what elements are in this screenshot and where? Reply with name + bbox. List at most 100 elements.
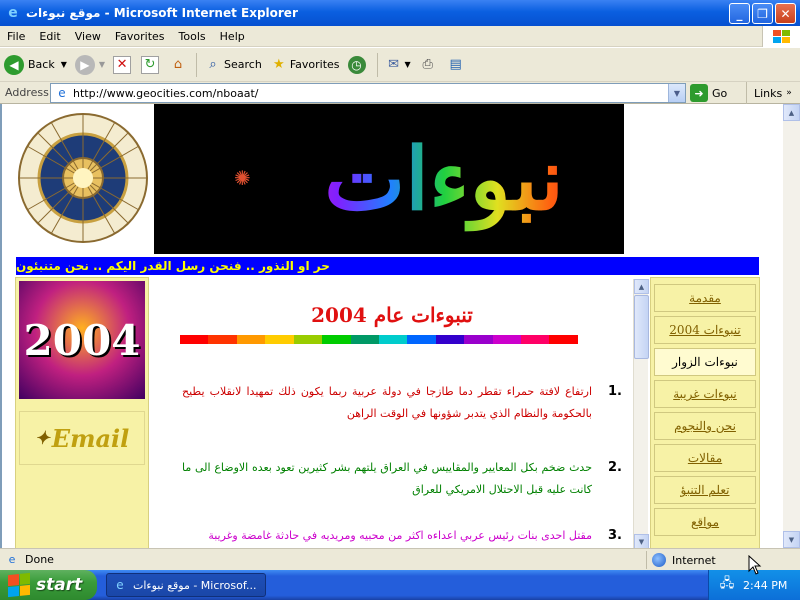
tagline-marquee: حر او النذور .. فنحن رسل القدر اليكم .. … xyxy=(15,256,760,276)
windows-flag-icon xyxy=(8,572,30,598)
star-icon: ★ xyxy=(273,57,285,72)
refresh-icon: ↻ xyxy=(141,55,160,74)
menu-help[interactable]: Help xyxy=(213,30,252,43)
nav-item-8[interactable]: مواقع xyxy=(654,508,756,536)
address-dropdown-icon[interactable]: ▼ xyxy=(668,84,685,102)
printer-icon: ⎙ xyxy=(422,57,433,72)
window-scrollbar[interactable]: ▲ ▼ xyxy=(783,104,800,548)
network-icon[interactable]: 🖧 xyxy=(719,576,735,593)
window-title: موقع نبوءات - Microsoft Internet Explore… xyxy=(26,6,298,20)
start-button[interactable]: start xyxy=(0,570,97,600)
scroll-thumb[interactable] xyxy=(634,295,649,359)
minimize-button[interactable]: _ xyxy=(729,3,750,24)
home-icon: ⌂ xyxy=(173,57,183,72)
clock[interactable]: 2:44 PM xyxy=(743,579,787,592)
menu-edit[interactable]: Edit xyxy=(32,30,67,43)
rainbow-segment xyxy=(435,335,465,344)
email-link[interactable]: ✦ Email xyxy=(19,411,145,465)
taskbar-item-ie[interactable]: e موقع نبوءات - Microsof... xyxy=(106,573,266,597)
right-navigation: مقدمة تنبوءات 2004 نبوءات الزوار نبوءات غري… xyxy=(650,277,760,548)
history-button[interactable]: ◷ xyxy=(344,51,374,79)
windows-logo-icon xyxy=(762,26,800,47)
nav-item-7[interactable]: تعلم التنبؤ xyxy=(654,476,756,504)
rainbow-segment xyxy=(236,335,266,344)
security-zone: Internet xyxy=(646,551,716,569)
task-label: موقع نبوءات - Microsof... xyxy=(133,578,257,592)
close-button[interactable]: ✕ xyxy=(775,3,796,24)
list-item-number: 3. xyxy=(608,528,622,543)
list-item-number: 2. xyxy=(608,460,622,475)
list-item-text: ارتفاع لافتة حمراء تقطر دما طازجا في دول… xyxy=(182,385,592,420)
nav-item-6[interactable]: مقالات xyxy=(654,444,756,472)
nav-item-2[interactable]: تنبوءات 2004 xyxy=(654,316,756,344)
rainbow-segment xyxy=(492,335,522,344)
window-scroll-up-icon[interactable]: ▲ xyxy=(783,104,800,121)
scroll-up-icon[interactable]: ▲ xyxy=(634,279,649,294)
mail-dropdown-icon[interactable]: ▼ xyxy=(405,60,411,69)
print-button[interactable]: ⎙ xyxy=(415,51,443,79)
back-dropdown-icon[interactable]: ▼ xyxy=(61,60,67,69)
globe-icon xyxy=(652,553,666,567)
nav-item-3[interactable]: نبوءات الزوار xyxy=(654,348,756,376)
address-input[interactable]: e http://www.geocities.com/nboaat/ ▼ xyxy=(50,83,686,103)
rainbow-segment xyxy=(293,335,323,344)
forward-dropdown-icon[interactable]: ▼ xyxy=(99,60,105,69)
favorites-label: Favorites xyxy=(289,58,340,71)
back-button[interactable]: ◀ Back ▼ xyxy=(0,51,71,79)
rainbow-segment xyxy=(350,335,379,344)
rainbow-segment xyxy=(521,335,550,344)
home-button[interactable]: ⌂ xyxy=(165,51,193,79)
nav-item-4[interactable]: نبوءات غريبة xyxy=(654,380,756,408)
mouse-cursor-icon xyxy=(748,555,762,575)
nav-item-5[interactable]: نحن والنجوم xyxy=(654,412,756,440)
links-toolbar[interactable]: Links » xyxy=(746,82,792,104)
go-button[interactable]: ➜ Go xyxy=(690,83,727,103)
search-button[interactable]: ⌕ Search xyxy=(200,51,266,79)
page-content: ✺ نبوءات حر او النذور .. فنحن رسل القدر … xyxy=(0,104,800,548)
rainbow-segment xyxy=(407,335,436,344)
rainbow-segment xyxy=(180,335,209,344)
list-item-text: حدث ضخم بكل المعايير والمقاييس في العراق… xyxy=(182,461,592,496)
menu-bar: File Edit View Favorites Tools Help xyxy=(0,26,800,47)
stop-button[interactable]: ✕ xyxy=(109,51,137,79)
status-text: Done xyxy=(25,553,54,566)
search-label: Search xyxy=(224,58,262,71)
sparkle-icon: ✦ xyxy=(34,427,50,449)
links-label: Links xyxy=(754,86,783,100)
title-bar[interactable]: e موقع نبوءات - Microsoft Internet Explo… xyxy=(0,0,800,26)
list-item-number: 1. xyxy=(608,384,622,399)
rainbow-divider xyxy=(180,335,578,344)
zodiac-wheel-image xyxy=(12,104,153,252)
email-label: Email xyxy=(51,423,130,453)
list-item: 3. مقتل احدى بنات رئيس عربي اعداءه اكثر م… xyxy=(182,525,622,547)
menu-favorites[interactable]: Favorites xyxy=(108,30,172,43)
restore-button[interactable]: ❐ xyxy=(752,3,773,24)
frame-scrollbar[interactable]: ▲ ▼ xyxy=(633,279,649,548)
refresh-button[interactable]: ↻ xyxy=(137,51,165,79)
forward-button[interactable]: ▶ ▼ xyxy=(71,51,109,79)
favorites-button[interactable]: ★ Favorites xyxy=(266,51,344,79)
scroll-down-icon[interactable]: ▼ xyxy=(634,534,649,548)
site-banner: ✺ نبوءات xyxy=(154,104,624,254)
address-label: Address xyxy=(5,86,49,99)
rainbow-segment xyxy=(208,335,237,344)
main-panel: تنبوءات عام 2004 1. ارتفاع لافتة حمراء تق… xyxy=(152,277,632,548)
menu-view[interactable]: View xyxy=(68,30,108,43)
window-scroll-down-icon[interactable]: ▼ xyxy=(783,531,800,548)
edit-button[interactable]: ▤ xyxy=(443,51,471,79)
mail-button[interactable]: ✉ ▼ xyxy=(381,51,415,79)
rainbow-segment xyxy=(265,335,294,344)
rainbow-segment xyxy=(464,335,493,344)
ie-icon: e xyxy=(8,5,18,21)
nav-item-1[interactable]: مقدمة xyxy=(654,284,756,312)
mail-icon: ✉ xyxy=(388,57,399,72)
browser-window: e موقع نبوءات - Microsoft Internet Explo… xyxy=(0,0,800,600)
address-bar: Address e http://www.geocities.com/nboaa… xyxy=(0,82,800,104)
menu-tools[interactable]: Tools xyxy=(172,30,213,43)
forward-arrow-icon: ▶ xyxy=(74,54,95,75)
page-done-icon: e xyxy=(8,553,16,566)
page-heading: تنبوءات عام 2004 xyxy=(311,303,473,327)
menu-file[interactable]: File xyxy=(0,30,32,43)
go-label: Go xyxy=(712,86,728,100)
back-label: Back xyxy=(28,58,55,71)
